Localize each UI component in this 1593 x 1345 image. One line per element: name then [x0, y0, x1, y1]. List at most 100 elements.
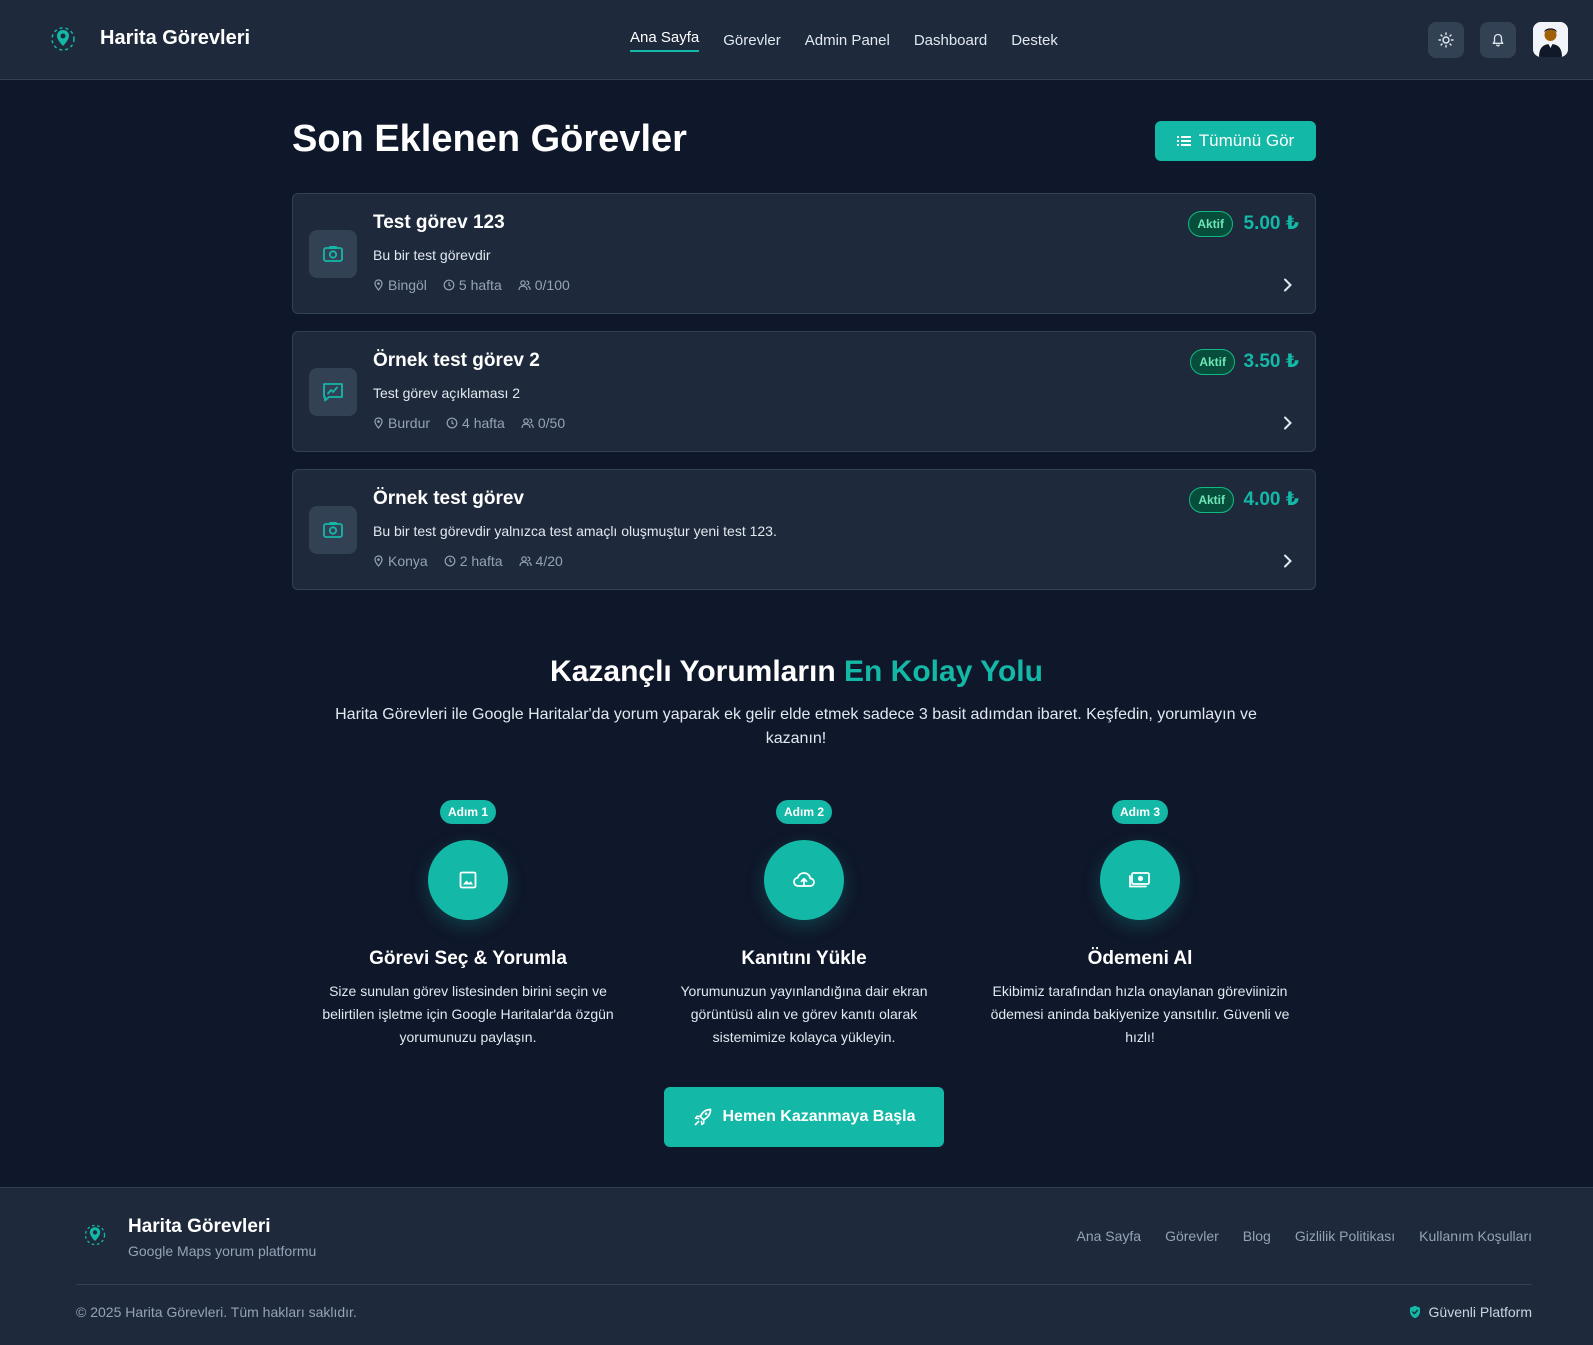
task-description: Bu bir test görevdir: [373, 247, 491, 263]
map-pin-logo-icon[interactable]: [48, 24, 78, 54]
footer-copyright: © 2025 Harita Görevleri. Tüm hakları sak…: [76, 1304, 357, 1320]
start-earning-label: Hemen Kazanmaya Başla: [722, 1108, 916, 1125]
task-title[interactable]: Test görev 123: [373, 212, 505, 234]
footer-link-privacy[interactable]: Gizlilik Politikası: [1295, 1228, 1395, 1244]
list-icon: [1176, 136, 1191, 146]
task-location: Bingöl: [373, 277, 427, 293]
task-participants-text: 0/100: [534, 277, 570, 293]
users-icon: [518, 556, 532, 567]
image-icon: [459, 871, 477, 889]
step-text: Size sunulan görev listesinden birini se…: [322, 983, 614, 1045]
step-icon-circle: [1100, 840, 1180, 920]
chevron-right-icon[interactable]: [1283, 278, 1293, 292]
map-pin-logo-icon: [84, 1224, 106, 1246]
step-title: Ödemeni Al: [1087, 948, 1193, 969]
step-card: Adım 3 Ödemeni Al Ekibimiz tarafından hı…: [990, 800, 1290, 1049]
nav-support[interactable]: Destek: [1011, 32, 1058, 49]
task-location: Burdur: [373, 415, 430, 431]
task-card[interactable]: Örnek test görev Bu bir test görevdir ya…: [292, 469, 1316, 590]
task-duration: 5 hafta: [443, 277, 502, 293]
task-price: 4.00 ₺: [1243, 489, 1299, 510]
task-location-text: Konya: [388, 553, 428, 569]
task-participants: 0/100: [518, 277, 570, 293]
notifications-button[interactable]: [1480, 22, 1516, 58]
task-participants: 0/50: [521, 415, 565, 431]
task-price: 3.50 ₺: [1243, 351, 1299, 372]
top-header: Harita Görevleri Ana Sayfa Görevler Admi…: [0, 0, 1593, 80]
footer-link-home[interactable]: Ana Sayfa: [1076, 1228, 1141, 1244]
task-type-tile: [309, 230, 357, 278]
recent-tasks-title: Son Eklenen Görevler: [292, 118, 687, 160]
how-title-main: Kazançlı Yorumların: [550, 655, 845, 688]
location-pin-icon: [374, 417, 383, 429]
nav-tasks[interactable]: Görevler: [723, 32, 781, 49]
step-card: Adım 1 Görevi Seç & Yorumla Size sunulan…: [318, 800, 618, 1049]
task-duration-text: 4 hafta: [462, 415, 505, 431]
how-it-works-subtitle: Harita Görevleri ile Google Haritalar'da…: [335, 706, 1257, 747]
start-earning-button[interactable]: Hemen Kazanmaya Başla: [664, 1087, 944, 1147]
see-all-label: Tümünü Gör: [1198, 131, 1295, 150]
camera-icon: [323, 522, 343, 538]
bell-icon: [1492, 33, 1504, 47]
location-pin-icon: [374, 555, 383, 567]
task-price: 5.00 ₺: [1243, 213, 1299, 234]
camera-icon: [323, 246, 343, 262]
how-it-works-title: Kazançlı Yorumların En Kolay Yolu: [0, 655, 1593, 689]
status-badge: Aktif: [1190, 349, 1235, 375]
step-text: Ekibimiz tarafından hızla onaylanan göre…: [990, 983, 1290, 1045]
step-badge: Adım 3: [1111, 800, 1168, 824]
see-all-button[interactable]: Tümünü Gör: [1155, 121, 1316, 161]
task-meta: Bingöl 5 hafta 0/100: [373, 277, 570, 293]
clock-icon: [443, 279, 455, 291]
user-avatar-icon: [1533, 22, 1568, 57]
chevron-right-icon[interactable]: [1283, 416, 1293, 430]
task-card[interactable]: Örnek test görev 2 Test görev açıklaması…: [292, 331, 1316, 452]
users-icon: [521, 418, 534, 429]
task-title[interactable]: Örnek test görev: [373, 488, 524, 510]
chevron-right-icon[interactable]: [1283, 554, 1293, 568]
nav-home[interactable]: Ana Sayfa: [630, 29, 700, 52]
task-duration-text: 5 hafta: [458, 277, 502, 293]
task-type-tile: [309, 368, 357, 416]
task-card[interactable]: Test görev 123 Bu bir test görevdir Bing…: [292, 193, 1316, 314]
task-duration-text: 2 hafta: [459, 553, 503, 569]
task-participants-text: 4/20: [535, 553, 563, 569]
shield-icon: [1409, 1305, 1420, 1319]
step-text: Yorumunuzun yayınlandığına dair ekran gö…: [680, 983, 928, 1045]
how-title-accent: En Kolay Yolu: [844, 655, 1043, 688]
task-meta: Konya 2 hafta 4/20: [373, 553, 563, 569]
task-description: Test görev açıklaması 2: [373, 385, 521, 401]
footer-link-terms[interactable]: Kullanım Koşulları: [1419, 1228, 1532, 1244]
task-title[interactable]: Örnek test görev 2: [373, 350, 540, 372]
task-meta: Burdur 4 hafta 0/50: [373, 415, 565, 431]
footer-link-tasks[interactable]: Görevler: [1165, 1228, 1219, 1244]
task-location-text: Bingöl: [388, 277, 427, 293]
footer-divider: [76, 1284, 1532, 1285]
step-icon-circle: [764, 840, 844, 920]
nav-admin-panel[interactable]: Admin Panel: [805, 32, 890, 49]
nav-dashboard[interactable]: Dashboard: [914, 32, 987, 49]
task-participants: 4/20: [518, 553, 563, 569]
clock-icon: [446, 417, 458, 429]
task-duration: 4 hafta: [446, 415, 505, 431]
step-badge: Adım 1: [439, 800, 496, 824]
location-pin-icon: [374, 279, 383, 291]
sun-icon: [1438, 32, 1454, 48]
status-badge: Aktif: [1189, 487, 1234, 513]
task-location: Konya: [373, 553, 428, 569]
task-duration: 2 hafta: [444, 553, 503, 569]
rocket-icon: [694, 1108, 711, 1126]
theme-toggle-button[interactable]: [1428, 22, 1464, 58]
user-avatar[interactable]: [1533, 22, 1568, 57]
money-icon: [1129, 872, 1150, 888]
review-icon: [323, 383, 343, 402]
brand-name[interactable]: Harita Görevleri: [100, 27, 250, 50]
step-icon-circle: [428, 840, 508, 920]
users-icon: [518, 280, 531, 291]
footer-link-blog[interactable]: Blog: [1243, 1228, 1271, 1244]
clock-icon: [444, 555, 456, 567]
page-footer: Harita Görevleri Google Maps yorum platf…: [0, 1187, 1593, 1345]
task-location-text: Burdur: [388, 415, 431, 431]
footer-links: Ana Sayfa Görevler Blog Gizlilik Politik…: [1076, 1228, 1532, 1244]
task-participants-text: 0/50: [537, 415, 566, 431]
